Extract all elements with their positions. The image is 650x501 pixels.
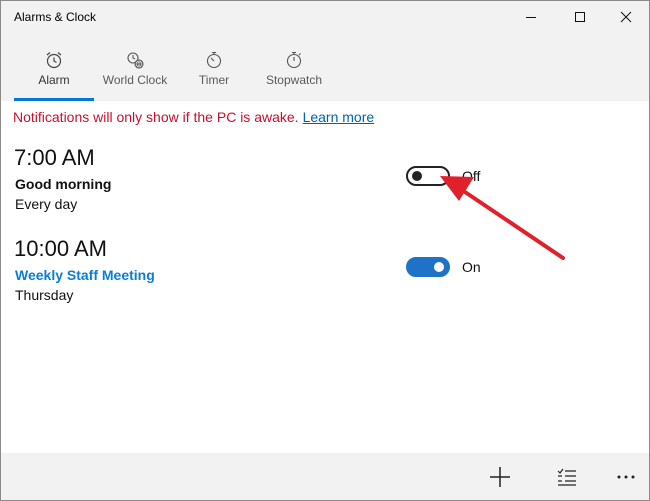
alarm-name: Weekly Staff Meeting: [15, 267, 155, 283]
command-bar: [1, 453, 649, 500]
toggle-switch-on[interactable]: [406, 257, 450, 277]
toggle-state-label: Off: [462, 168, 481, 184]
select-list-icon: [557, 468, 576, 486]
timer-icon: [204, 50, 224, 70]
maximize-icon: [575, 12, 585, 22]
add-alarm-button[interactable]: [476, 453, 524, 500]
alarm-toggle[interactable]: Off: [406, 165, 480, 187]
awake-notice: Notifications will only show if the PC i…: [13, 109, 374, 125]
minimize-button[interactable]: [508, 1, 554, 33]
tab-label: Alarm: [38, 73, 70, 87]
close-icon: [620, 11, 632, 23]
minimize-icon: [526, 17, 536, 18]
tab-stopwatch[interactable]: Stopwatch: [261, 34, 327, 101]
more-options-button[interactable]: [602, 453, 649, 500]
select-alarms-button[interactable]: [543, 453, 591, 500]
toggle-knob: [434, 262, 444, 272]
maximize-button[interactable]: [557, 1, 603, 33]
alarms-clock-window: Alarms & Clock Alarm World Clock Timer S…: [0, 0, 650, 501]
tab-bar: Alarm World Clock Timer Stopwatch: [1, 34, 649, 101]
tab-alarm[interactable]: Alarm: [14, 34, 94, 101]
alarm-time: 7:00 AM: [14, 145, 95, 170]
tab-timer[interactable]: Timer: [190, 34, 238, 101]
toggle-switch-off[interactable]: [406, 166, 450, 186]
tab-world-clock[interactable]: World Clock: [96, 34, 174, 101]
alarm-clock-icon: [44, 50, 64, 70]
toggle-state-label: On: [462, 259, 481, 275]
tab-label: Timer: [198, 73, 230, 87]
toggle-knob: [412, 171, 422, 181]
more-icon: [617, 475, 635, 479]
alarm-name: Good morning: [15, 176, 112, 192]
alarm-toggle[interactable]: On: [406, 256, 481, 278]
alarm-item[interactable]: 10:00 AM Weekly Staff Meeting Thursday O…: [1, 236, 649, 320]
alarm-repeat: Every day: [15, 196, 78, 212]
close-button[interactable]: [603, 1, 649, 33]
plus-icon: [490, 467, 510, 487]
title-bar[interactable]: Alarms & Clock: [1, 1, 649, 34]
notice-text: Notifications will only show if the PC i…: [13, 109, 299, 125]
app-title: Alarms & Clock: [14, 10, 97, 24]
alarm-time: 10:00 AM: [14, 236, 107, 261]
tab-label: World Clock: [102, 73, 168, 87]
world-clock-icon: [125, 50, 145, 70]
alarm-repeat: Thursday: [15, 287, 74, 303]
stopwatch-icon: [284, 50, 304, 70]
learn-more-link[interactable]: Learn more: [303, 109, 375, 125]
alarm-list-panel: Notifications will only show if the PC i…: [1, 101, 649, 453]
tab-label: Stopwatch: [265, 73, 323, 87]
alarm-item[interactable]: 7:00 AM Good morning Every day Off: [1, 145, 649, 229]
